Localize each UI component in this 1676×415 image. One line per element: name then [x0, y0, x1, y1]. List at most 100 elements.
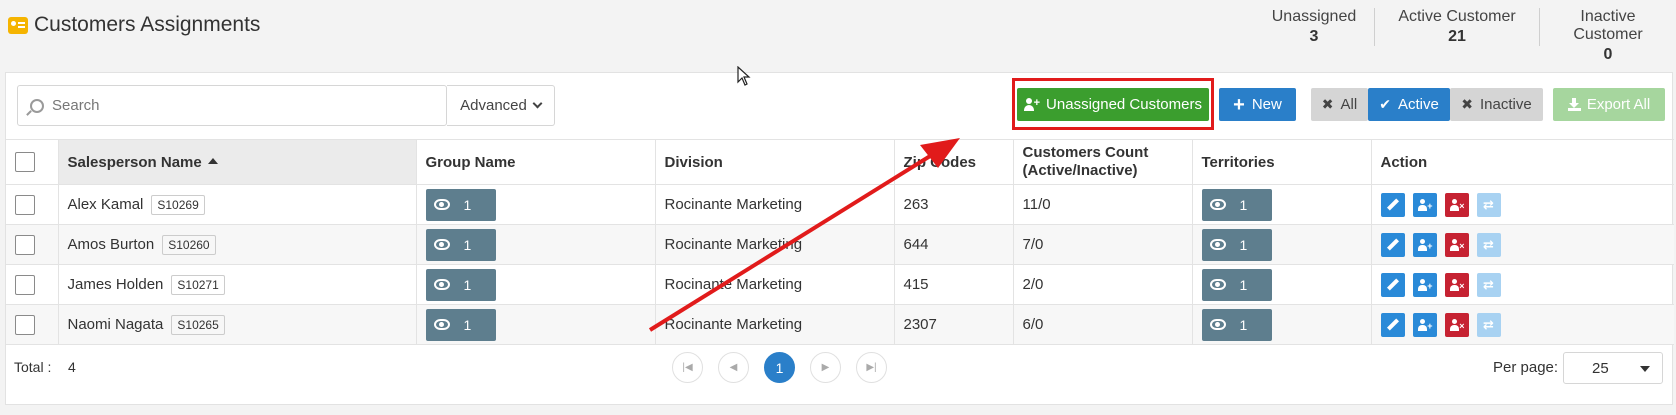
salesperson-name: Amos Burton [67, 235, 155, 253]
salesperson-name: Alex Kamal [67, 195, 144, 213]
eye-icon [433, 239, 450, 250]
customers-count-cell: 6/0 [1013, 304, 1193, 345]
eye-icon [1209, 239, 1226, 250]
group-cell: 1 [416, 264, 656, 305]
action-cell: + × ⇄ [1371, 184, 1674, 225]
territory-count: 1 [1239, 236, 1248, 253]
filter-active-button[interactable]: ✔ Active [1368, 88, 1450, 121]
view-territories-button[interactable]: 1 [1201, 228, 1272, 261]
group-count: 1 [463, 316, 472, 333]
pagination: |◀ ◀ 1 ▶ ▶| [672, 352, 887, 383]
edit-button[interactable] [1380, 232, 1405, 257]
first-page-button[interactable]: |◀ [672, 352, 703, 383]
user-plus-icon: + [1417, 238, 1433, 251]
stat-active-customer: Active Customer 21 [1374, 8, 1539, 46]
edit-button[interactable] [1380, 312, 1405, 337]
column-header-division[interactable]: Division [655, 139, 895, 185]
unassign-customer-button[interactable]: × [1444, 232, 1469, 257]
customers-count-cell: 7/0 [1013, 224, 1193, 265]
view-territories-button[interactable]: 1 [1201, 268, 1272, 301]
page-header: Customers Assignments Unassigned 3 Activ… [0, 0, 1676, 70]
prev-page-button[interactable]: ◀ [718, 352, 749, 383]
table-row: Naomi Nagata S10265 1 Rocinante Marketing… [6, 304, 1674, 345]
column-header-salesperson[interactable]: Salesperson Name [58, 139, 417, 185]
summary-stats: Unassigned 3 Active Customer 21 Inactive… [1254, 8, 1676, 63]
table-header-row: Salesperson Name Group Name Division Zip… [6, 139, 1674, 185]
exchange-icon: ⇄ [1483, 316, 1494, 332]
stat-label: Inactive Customer [1573, 8, 1643, 43]
eye-icon [433, 199, 450, 210]
assignments-panel: Advanced + Unassigned Customers + New ✖ … [5, 72, 1674, 405]
view-territories-button[interactable]: 1 [1201, 188, 1272, 221]
row-select-cell [6, 184, 59, 225]
eye-icon [433, 279, 450, 290]
select-all-checkbox[interactable] [15, 152, 35, 172]
export-all-button[interactable]: Export All [1553, 88, 1665, 121]
stat-inactive-customer: Inactive Customer 0 [1539, 8, 1676, 63]
export-all-label: Export All [1586, 96, 1651, 113]
user-plus-icon: + [1024, 98, 1040, 111]
assign-customer-button[interactable]: + [1412, 232, 1437, 257]
salesperson-name: Naomi Nagata [67, 315, 164, 333]
column-header-group[interactable]: Group Name [416, 139, 656, 185]
eye-icon [1209, 199, 1226, 210]
filter-inactive-button[interactable]: ✖ Inactive [1450, 88, 1543, 121]
unassign-customer-button[interactable]: × [1444, 312, 1469, 337]
column-header-action: Action [1371, 139, 1674, 185]
page-number-button[interactable]: 1 [764, 352, 795, 383]
zip-codes-cell: 415 [894, 264, 1014, 305]
territories-cell: 1 [1192, 304, 1372, 345]
view-territories-button[interactable]: 1 [1201, 308, 1272, 341]
per-page-label: Per page: [1493, 359, 1559, 376]
pencil-icon [1386, 198, 1399, 211]
view-groups-button[interactable]: 1 [425, 268, 496, 301]
row-actions: + × ⇄ [1380, 272, 1666, 297]
first-page-icon: |◀ [682, 362, 693, 373]
row-checkbox[interactable] [15, 314, 35, 335]
per-page-select[interactable]: 25 [1563, 352, 1663, 384]
group-count: 1 [463, 276, 472, 293]
transfer-button[interactable]: ⇄ [1476, 232, 1501, 257]
zip-codes-cell: 644 [894, 224, 1014, 265]
view-groups-button[interactable]: 1 [425, 228, 496, 261]
last-page-icon: ▶| [866, 362, 877, 373]
advanced-search-button[interactable]: Advanced [447, 85, 555, 126]
row-select-cell [6, 224, 59, 265]
unassign-customer-button[interactable]: × [1444, 272, 1469, 297]
user-plus-icon: + [1417, 198, 1433, 211]
row-checkbox[interactable] [15, 234, 35, 255]
last-page-button[interactable]: ▶| [856, 352, 887, 383]
group-cell: 1 [416, 184, 656, 225]
unassigned-customers-button[interactable]: + Unassigned Customers [1017, 88, 1209, 121]
territories-cell: 1 [1192, 184, 1372, 225]
search-icon [30, 98, 44, 113]
user-times-icon: × [1449, 198, 1465, 211]
edit-button[interactable] [1380, 192, 1405, 217]
exchange-icon: ⇄ [1483, 236, 1494, 252]
user-times-icon: × [1449, 238, 1465, 251]
row-checkbox[interactable] [15, 274, 35, 295]
column-header-customers-count[interactable]: Customers Count (Active/Inactive) [1013, 139, 1193, 185]
next-page-button[interactable]: ▶ [810, 352, 841, 383]
transfer-button[interactable]: ⇄ [1476, 312, 1501, 337]
chevron-down-icon [532, 98, 543, 109]
row-checkbox[interactable] [15, 194, 35, 215]
search-box[interactable] [17, 85, 447, 126]
unassign-customer-button[interactable]: × [1444, 192, 1469, 217]
edit-button[interactable] [1380, 272, 1405, 297]
salesperson-code-badge: S10269 [151, 194, 205, 215]
column-label: Zip Codes [903, 153, 977, 171]
view-groups-button[interactable]: 1 [425, 308, 496, 341]
transfer-button[interactable]: ⇄ [1476, 192, 1501, 217]
column-header-territories[interactable]: Territories [1192, 139, 1372, 185]
assign-customer-button[interactable]: + [1412, 272, 1437, 297]
column-header-zip[interactable]: Zip Codes [894, 139, 1014, 185]
assign-customer-button[interactable]: + [1412, 192, 1437, 217]
assign-customer-button[interactable]: + [1412, 312, 1437, 337]
view-groups-button[interactable]: 1 [425, 188, 496, 221]
new-button[interactable]: + New [1219, 88, 1296, 121]
search-input[interactable] [52, 97, 432, 114]
filter-all-button[interactable]: ✖ All [1311, 88, 1368, 121]
transfer-button[interactable]: ⇄ [1476, 272, 1501, 297]
unassigned-customers-label: Unassigned Customers [1046, 96, 1202, 113]
